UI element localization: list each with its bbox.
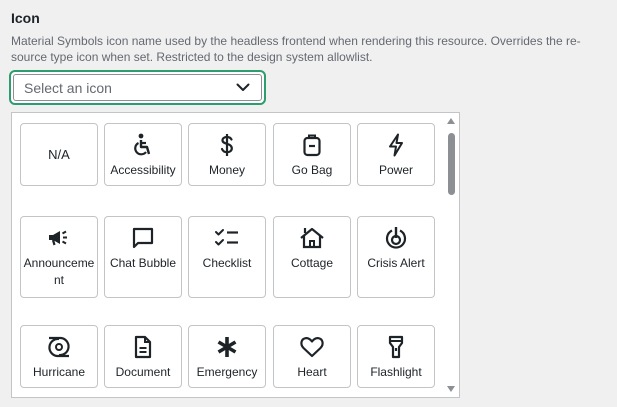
option-label: Heart <box>297 365 327 379</box>
option-label: Document <box>115 365 171 379</box>
chat-bubble-icon <box>131 226 155 250</box>
option-label: Cottage <box>290 256 334 270</box>
icon-dropdown-list: N/A Accessibility Money Go Bag Power Ann… <box>11 112 460 398</box>
option-money[interactable]: Money <box>188 123 266 186</box>
scrollbar-thumb[interactable] <box>448 133 455 195</box>
option-go-bag[interactable]: Go Bag <box>273 123 351 186</box>
chevron-down-icon[interactable] <box>235 80 251 96</box>
option-label: Emergency <box>196 365 258 379</box>
option-cottage[interactable]: Cottage <box>273 216 351 298</box>
option-label: Go Bag <box>291 163 333 177</box>
option-label: Power <box>378 163 413 177</box>
go-bag-icon <box>302 133 322 157</box>
option-label: Accessibility <box>110 163 176 177</box>
option-label: Crisis Alert <box>367 256 425 270</box>
cottage-icon <box>299 226 325 250</box>
money-icon <box>219 133 235 157</box>
field-description: Material Symbols icon name used by the h… <box>11 34 581 64</box>
checklist-icon <box>214 226 240 250</box>
option-na[interactable]: N/A <box>20 123 98 186</box>
option-power[interactable]: Power <box>357 123 435 186</box>
option-heart[interactable]: Heart <box>273 325 351 388</box>
scroll-down-arrow-icon[interactable] <box>447 386 455 392</box>
emergency-icon <box>216 335 238 359</box>
dropdown-scrollbar[interactable] <box>444 113 459 397</box>
option-label: N/A <box>48 147 70 162</box>
option-accessibility[interactable]: Accessibility <box>104 123 182 186</box>
option-crisis-alert[interactable]: Crisis Alert <box>357 216 435 298</box>
option-hurricane[interactable]: Hurricane <box>20 325 98 388</box>
field-title: Icon <box>11 10 40 26</box>
option-checklist[interactable]: Checklist <box>188 216 266 298</box>
hurricane-icon <box>46 335 72 359</box>
accessibility-icon <box>132 133 154 157</box>
flashlight-icon <box>387 335 405 359</box>
option-announcement[interactable]: Announcement <box>20 216 98 298</box>
crisis-alert-icon <box>384 226 408 250</box>
option-label: Announcement <box>23 256 95 287</box>
option-label: Flashlight <box>370 365 422 379</box>
option-label: Hurricane <box>32 365 86 379</box>
power-icon <box>387 133 405 157</box>
icon-select-control[interactable]: Select an icon <box>13 74 262 101</box>
icon-select-placeholder: Select an icon <box>24 79 112 96</box>
scroll-up-arrow-icon[interactable] <box>447 118 455 124</box>
document-icon <box>133 335 153 359</box>
option-label: Chat Bubble <box>109 256 177 270</box>
icon-select[interactable]: Select an icon <box>9 70 266 105</box>
option-emergency[interactable]: Emergency <box>188 325 266 388</box>
option-label: Checklist <box>202 256 252 270</box>
option-chat-bubble[interactable]: Chat Bubble <box>104 216 182 298</box>
announcement-icon <box>47 226 71 250</box>
heart-icon <box>299 335 325 359</box>
option-document[interactable]: Document <box>104 325 182 388</box>
option-label: Money <box>208 163 246 177</box>
option-flashlight[interactable]: Flashlight <box>357 325 435 388</box>
